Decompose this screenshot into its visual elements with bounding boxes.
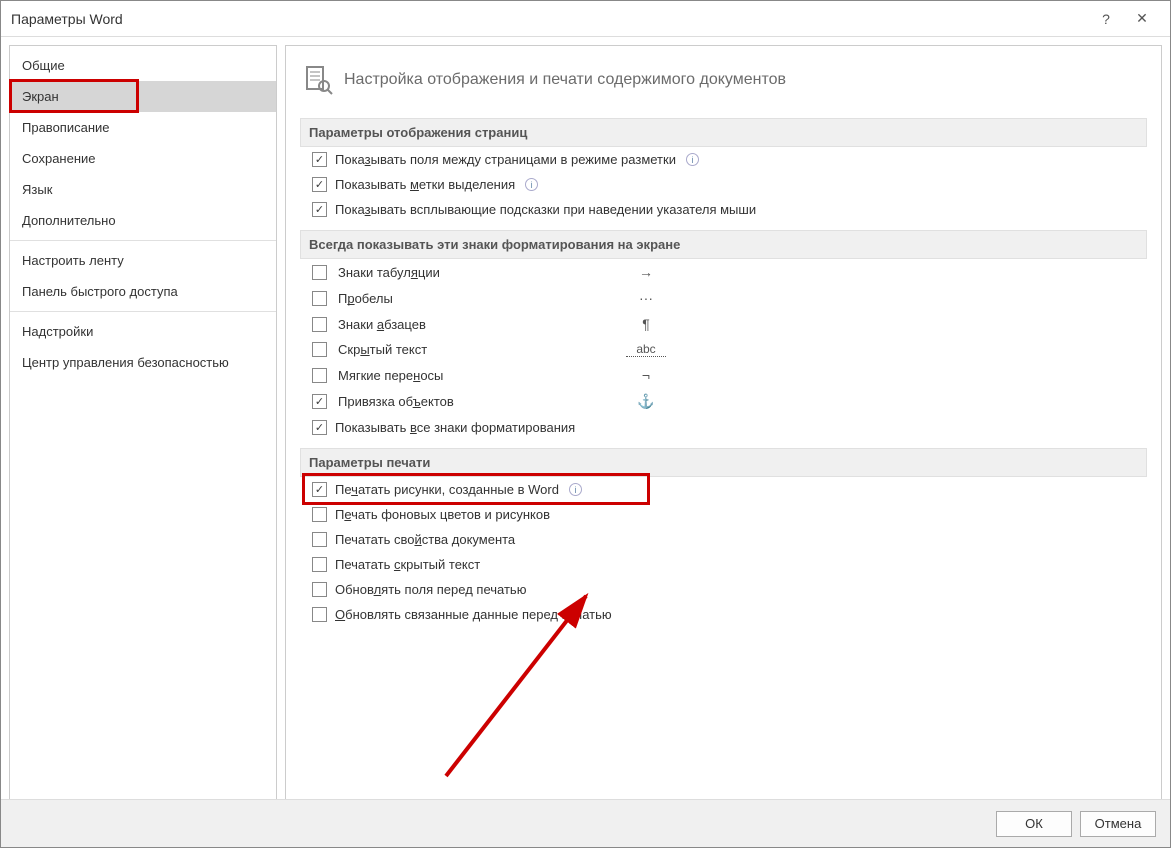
sidebar: ОбщиеЭкранПравописаниеСохранениеЯзыкДопо… [9, 45, 277, 801]
formatting-option-row: Мягкие переносы ¬ [300, 362, 1147, 388]
help-button[interactable]: ? [1088, 1, 1124, 37]
option-label: Скрытый текст [338, 342, 618, 357]
option-label: Показывать все знаки форматирования [335, 420, 575, 435]
option-label: Показывать метки выделения [335, 177, 515, 192]
formatting-option-row: Знаки табуляции → [300, 259, 1147, 285]
info-icon[interactable]: i [569, 483, 582, 496]
sidebar-item[interactable]: Правописание [10, 112, 276, 143]
section-title-formatting: Всегда показывать эти знаки форматирован… [300, 230, 1147, 259]
checkbox[interactable] [312, 394, 327, 409]
checkbox[interactable] [312, 265, 327, 280]
sidebar-item[interactable]: Настроить ленту [10, 245, 276, 276]
checkbox[interactable] [312, 582, 327, 597]
formatting-option-row: Знаки абзацев ¶ [300, 311, 1147, 337]
formatting-option-row: Привязка объектов ⚓ [300, 388, 1147, 415]
checkbox[interactable] [312, 368, 327, 383]
checkbox[interactable] [312, 177, 327, 192]
print-option-row: Печатать рисунки, созданные в Word i [300, 477, 1147, 502]
option-label: Показывать всплывающие подсказки при нав… [335, 202, 756, 217]
formatting-option-row: Скрытый текст abc [300, 337, 1147, 362]
sidebar-item[interactable]: Панель быстрого доступа [10, 276, 276, 307]
formatting-symbol: abc [626, 342, 666, 357]
cancel-button[interactable]: Отмена [1080, 811, 1156, 837]
checkbox[interactable] [312, 507, 327, 522]
print-option-row: Печатать скрытый текст [300, 552, 1147, 577]
formatting-symbol: → [626, 264, 666, 280]
option-label: Печатать рисунки, созданные в Word [335, 482, 559, 497]
option-row: Показывать все знаки форматирования [300, 415, 1147, 440]
display-settings-icon [302, 64, 334, 96]
sidebar-separator [10, 240, 276, 241]
option-row: Показывать поля между страницами в режим… [300, 147, 1147, 172]
formatting-symbol: ¶ [626, 316, 666, 332]
formatting-symbol: ⚓ [626, 393, 666, 410]
sidebar-item[interactable]: Надстройки [10, 316, 276, 347]
formatting-symbol: ¬ [626, 367, 666, 383]
main-panel: Настройка отображения и печати содержимо… [285, 45, 1162, 801]
info-icon[interactable]: i [686, 153, 699, 166]
print-option-row: Обновлять связанные данные перед печатью [300, 602, 1147, 627]
checkbox[interactable] [312, 420, 327, 435]
title-bar: Параметры Word ? ✕ [1, 1, 1170, 37]
checkbox[interactable] [312, 317, 327, 332]
checkbox[interactable] [312, 202, 327, 217]
info-icon[interactable]: i [525, 178, 538, 191]
print-option-row: Печатать свойства документа [300, 527, 1147, 552]
option-label: Знаки табуляции [338, 265, 618, 280]
checkbox[interactable] [312, 291, 327, 306]
checkbox[interactable] [312, 557, 327, 572]
section-title-print: Параметры печати [300, 448, 1147, 477]
checkbox[interactable] [312, 532, 327, 547]
sidebar-item[interactable]: Экран [10, 81, 276, 112]
option-row: Показывать метки выделения i [300, 172, 1147, 197]
dialog-footer: ОК Отмена [1, 799, 1170, 847]
sidebar-item[interactable]: Центр управления безопасностью [10, 347, 276, 378]
sidebar-item[interactable]: Общие [10, 50, 276, 81]
ok-button[interactable]: ОК [996, 811, 1072, 837]
print-option-row: Обновлять поля перед печатью [300, 577, 1147, 602]
sidebar-separator [10, 311, 276, 312]
option-label: Печатать скрытый текст [335, 557, 480, 572]
option-label: Показывать поля между страницами в режим… [335, 152, 676, 167]
option-label: Обновлять поля перед печатью [335, 582, 526, 597]
sidebar-item[interactable]: Язык [10, 174, 276, 205]
option-row: Показывать всплывающие подсказки при нав… [300, 197, 1147, 222]
panel-header-text: Настройка отображения и печати содержимо… [344, 71, 786, 89]
option-label: Печать фоновых цветов и рисунков [335, 507, 550, 522]
formatting-symbol: ··· [626, 290, 666, 306]
checkbox[interactable] [312, 152, 327, 167]
checkbox[interactable] [312, 342, 327, 357]
option-label: Печатать свойства документа [335, 532, 515, 547]
sidebar-item[interactable]: Дополнительно [10, 205, 276, 236]
sidebar-item[interactable]: Сохранение [10, 143, 276, 174]
option-label: Привязка объектов [338, 394, 618, 409]
option-label: Обновлять связанные данные перед печатью [335, 607, 612, 622]
panel-header: Настройка отображения и печати содержимо… [300, 56, 1147, 110]
checkbox[interactable] [312, 607, 327, 622]
formatting-option-row: Пробелы ··· [300, 285, 1147, 311]
option-label: Пробелы [338, 291, 618, 306]
window-title: Параметры Word [11, 11, 1088, 27]
option-label: Мягкие переносы [338, 368, 618, 383]
checkbox[interactable] [312, 482, 327, 497]
section-title-display: Параметры отображения страниц [300, 118, 1147, 147]
option-label: Знаки абзацев [338, 317, 618, 332]
close-button[interactable]: ✕ [1124, 1, 1160, 37]
print-option-row: Печать фоновых цветов и рисунков [300, 502, 1147, 527]
